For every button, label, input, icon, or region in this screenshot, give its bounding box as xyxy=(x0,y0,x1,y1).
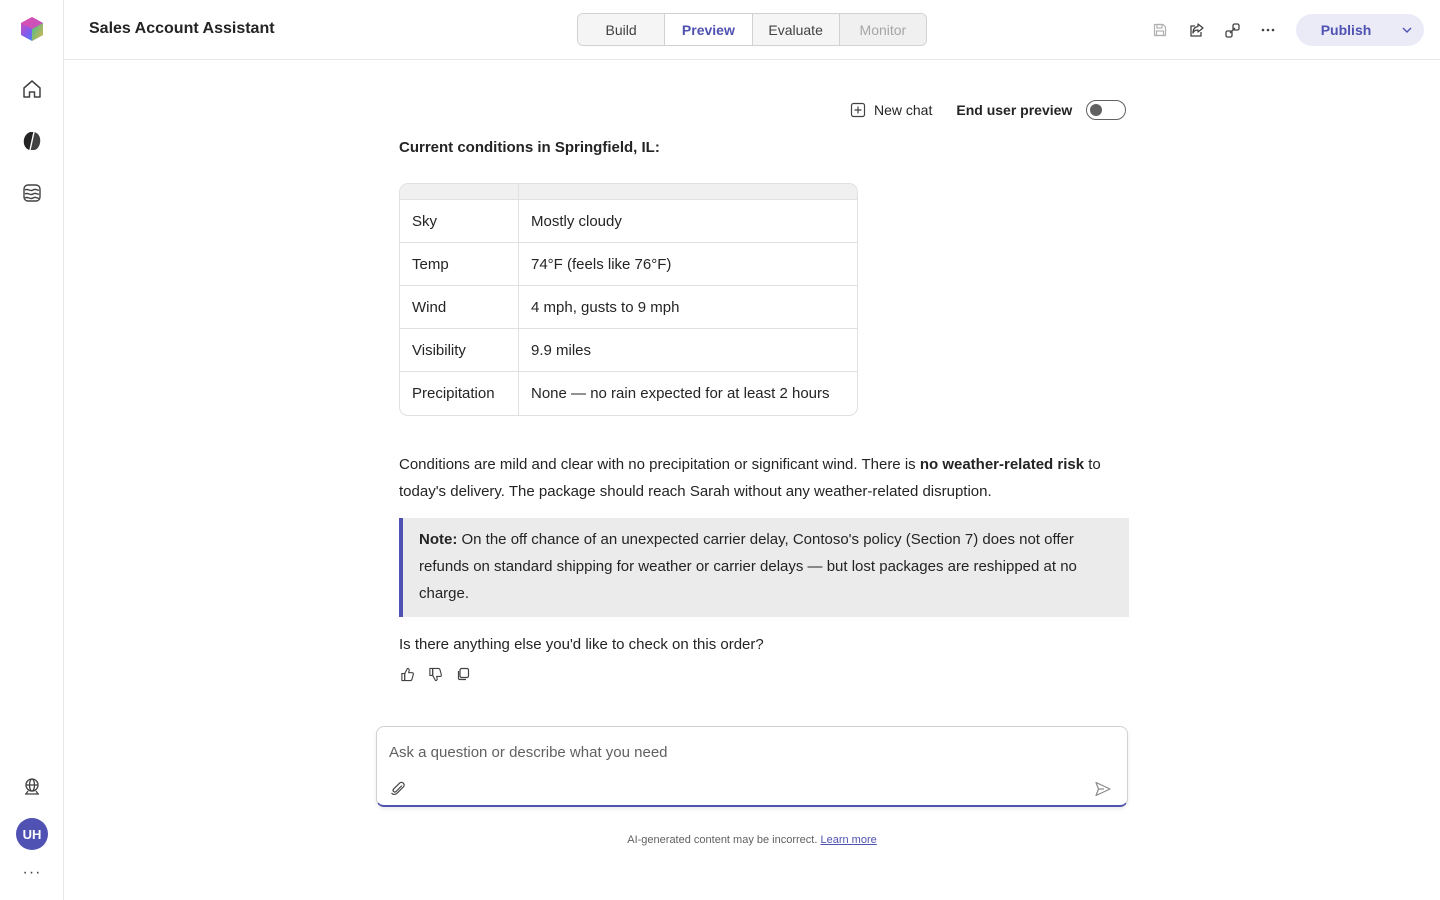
note-callout: Note: On the off chance of an unexpected… xyxy=(399,518,1129,617)
save-icon[interactable] xyxy=(1146,16,1174,44)
tab-monitor: Monitor xyxy=(839,14,926,45)
table-header-cell xyxy=(400,184,519,200)
new-chat-label: New chat xyxy=(874,102,933,118)
thumbs-down-icon[interactable] xyxy=(427,666,443,682)
row-key: Visibility xyxy=(400,329,519,372)
row-key: Temp xyxy=(400,243,519,286)
share-icon[interactable] xyxy=(1182,16,1210,44)
left-rail: UH ··· xyxy=(0,0,64,900)
environment-globe-icon[interactable] xyxy=(16,771,48,803)
chat-composer xyxy=(376,726,1128,807)
ai-disclaimer: AI-generated content may be incorrect. L… xyxy=(0,834,1440,846)
message-feedback xyxy=(399,666,1129,682)
table-row: Wind 4 mph, gusts to 9 mph xyxy=(400,286,857,329)
assistant-message: Current conditions in Springfield, IL: S… xyxy=(399,134,1129,682)
more-options-icon[interactable]: ··· xyxy=(16,858,48,888)
row-value: None — no rain expected for at least 2 h… xyxy=(531,385,830,402)
attach-paperclip-icon[interactable] xyxy=(387,778,409,800)
mode-tabs: Build Preview Evaluate Monitor xyxy=(577,13,927,46)
new-chat-icon xyxy=(850,102,866,118)
note-text: On the off chance of an unexpected carri… xyxy=(419,531,1077,602)
copy-icon[interactable] xyxy=(455,666,471,682)
weather-table: Sky Mostly cloudy Temp 74°F (feels like 76… xyxy=(399,183,858,416)
end-user-preview-label: End user preview xyxy=(956,102,1073,118)
chevron-down-icon[interactable] xyxy=(1390,14,1424,46)
publish-label: Publish xyxy=(1320,22,1372,38)
end-user-preview: End user preview xyxy=(956,100,1127,120)
tab-preview[interactable]: Preview xyxy=(665,14,753,45)
chat-toolbar: New chat End user preview xyxy=(850,98,1127,122)
row-value: 9.9 miles xyxy=(519,329,857,372)
summary-emphasis: no weather-related risk xyxy=(919,456,1085,473)
learn-more-link[interactable]: Learn more xyxy=(820,834,876,846)
agents-icon[interactable] xyxy=(16,125,48,157)
table-row: Sky Mostly cloudy xyxy=(400,200,857,243)
note-label: Note: xyxy=(419,531,458,548)
chat-input[interactable] xyxy=(389,739,1109,765)
library-icon[interactable] xyxy=(16,177,48,209)
send-icon[interactable] xyxy=(1091,777,1115,801)
home-icon[interactable] xyxy=(16,73,48,105)
message-heading: Current conditions in Springfield, IL: xyxy=(399,139,660,156)
table-row: Temp 74°F (feels like 76°F) xyxy=(400,243,857,286)
table-row: Precipitation None — no rain expected for… xyxy=(400,372,857,415)
disclaimer-text: AI-generated content may be incorrect. xyxy=(627,834,818,846)
summary-paragraph: Conditions are mild and clear with no pr… xyxy=(399,451,1129,505)
table-row: Visibility 9.9 miles xyxy=(400,329,857,372)
table-header-cell xyxy=(519,184,857,200)
row-value: 4 mph, gusts to 9 mph xyxy=(519,286,857,329)
new-chat-button[interactable]: New chat xyxy=(850,102,932,118)
tab-evaluate[interactable]: Evaluate xyxy=(752,14,840,45)
top-actions xyxy=(1146,16,1282,44)
link-icon[interactable] xyxy=(1218,16,1246,44)
more-icon[interactable] xyxy=(1254,16,1282,44)
row-value: 74°F (feels like 76°F) xyxy=(519,243,857,286)
tab-build[interactable]: Build xyxy=(578,14,666,45)
row-value: Mostly cloudy xyxy=(519,200,857,243)
thumbs-up-icon[interactable] xyxy=(399,666,415,682)
end-user-preview-toggle[interactable] xyxy=(1086,100,1127,120)
top-bar: Sales Account Assistant Build Preview Ev… xyxy=(64,0,1440,60)
agent-title: Sales Account Assistant xyxy=(89,20,275,37)
row-key: Sky xyxy=(400,200,519,243)
row-key: Wind xyxy=(400,286,519,329)
summary-text: Conditions are mild and clear with no pr… xyxy=(399,456,920,473)
publish-button[interactable]: Publish xyxy=(1296,14,1424,46)
row-key: Precipitation xyxy=(400,372,519,415)
copilot-studio-logo-icon[interactable] xyxy=(19,16,45,42)
closing-question: Is there anything else you'd like to che… xyxy=(399,636,764,653)
